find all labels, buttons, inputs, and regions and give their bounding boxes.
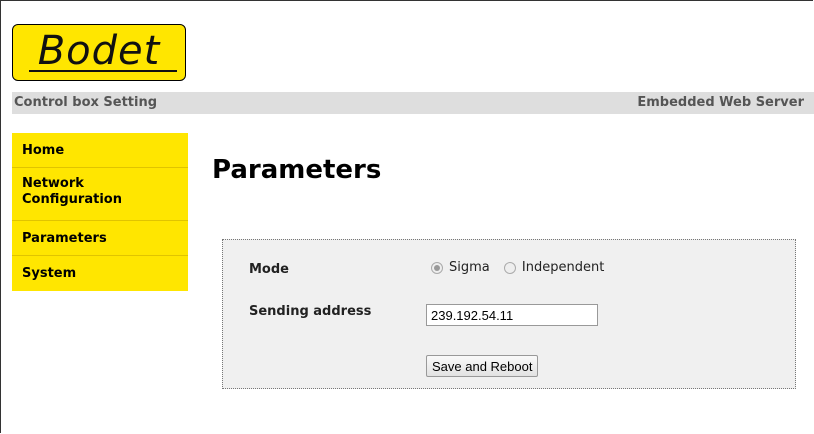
mode-radio-group: Sigma Independent	[431, 260, 614, 278]
sending-address-input[interactable]	[426, 304, 598, 326]
bodet-logo: Bodet	[12, 24, 186, 81]
logo-underline	[29, 70, 177, 72]
sidebar-item-system[interactable]: System	[12, 256, 188, 291]
sidebar-item-parameters[interactable]: Parameters	[12, 221, 188, 256]
radio-sigma-label: Sigma	[449, 260, 490, 275]
page-title: Parameters	[212, 155, 382, 185]
mode-label: Mode	[249, 262, 289, 277]
header-left-title: Control box Setting	[14, 95, 158, 110]
sending-address-label: Sending address	[249, 304, 372, 319]
radio-independent-icon[interactable]	[503, 261, 516, 274]
header-bar: Control box Setting Embedded Web Server	[12, 92, 814, 114]
radio-independent-label: Independent	[521, 260, 605, 275]
radio-sigma[interactable]: Sigma	[431, 260, 490, 275]
header-right-title: Embedded Web Server	[637, 95, 804, 110]
parameters-form-panel: Mode Sigma Independent Sending address S…	[222, 239, 796, 389]
radio-sigma-icon[interactable]	[431, 261, 443, 274]
logo-text: Bodet	[37, 28, 161, 74]
sidebar-item-home[interactable]: Home	[12, 133, 188, 168]
sidebar-item-network-configuration[interactable]: Network Configuration	[12, 168, 188, 221]
radio-independent[interactable]: Independent	[503, 260, 605, 275]
sidebar-nav: Home Network Configuration Parameters Sy…	[12, 133, 188, 291]
save-and-reboot-button[interactable]: Save and Reboot	[426, 355, 539, 377]
